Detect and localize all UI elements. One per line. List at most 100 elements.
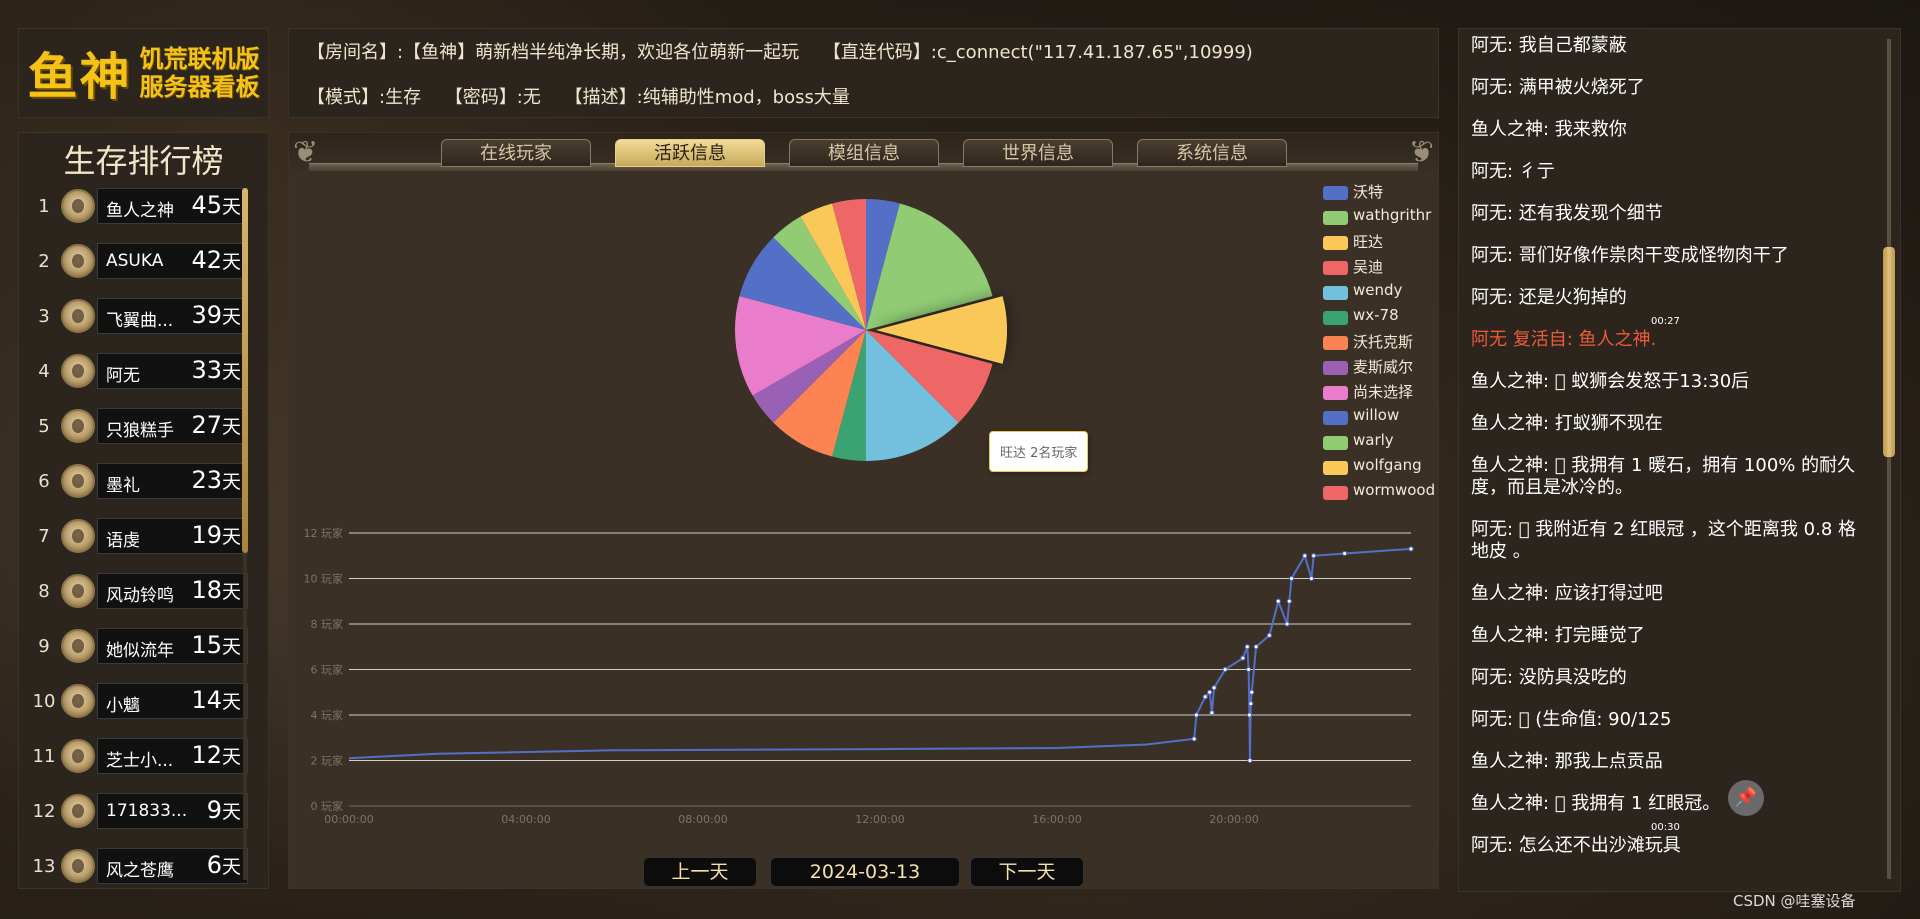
data-point[interactable] — [1193, 712, 1199, 718]
chat-text: 阿无: 还是火狗掉的 — [1471, 287, 1627, 308]
chat-scroll-thumb[interactable] — [1883, 247, 1895, 457]
legend-item[interactable]: wathgrithr — [1323, 206, 1438, 231]
tab-world[interactable]: 世界信息 — [963, 139, 1113, 167]
legend-item[interactable]: warly — [1323, 431, 1438, 456]
data-point[interactable] — [1240, 655, 1246, 661]
ranking-row[interactable]: 12 171833... 9天 — [19, 791, 259, 846]
ranking-row[interactable]: 6 墨礼 23天 — [19, 461, 259, 516]
legend-item[interactable]: 吴迪 — [1323, 256, 1438, 281]
data-point[interactable] — [1289, 576, 1295, 581]
data-point[interactable] — [1248, 701, 1254, 707]
legend-item[interactable]: willow — [1323, 406, 1438, 431]
avatar — [61, 409, 95, 443]
tab-mods[interactable]: 模组信息 — [789, 139, 939, 167]
days-unit: 天 — [221, 471, 241, 493]
legend-item[interactable]: 尚未选择 — [1323, 381, 1438, 406]
tab-activity[interactable]: 活跃信息 — [615, 139, 765, 167]
data-point[interactable] — [1211, 685, 1217, 691]
legend-item[interactable]: wendy — [1323, 281, 1438, 306]
data-point[interactable] — [1244, 644, 1250, 650]
ranking-row[interactable]: 3 飞翼曲... 39天 — [19, 296, 259, 351]
data-point[interactable] — [1246, 712, 1252, 718]
y-tick-label: 6 玩家 — [311, 663, 344, 677]
legend-item[interactable]: wx-78 — [1323, 306, 1438, 331]
data-point[interactable] — [1308, 576, 1314, 581]
next-day-button[interactable]: 下一天 — [970, 857, 1084, 887]
x-tick-label: 20:00:00 — [1209, 813, 1258, 826]
ranking-row[interactable]: 8 风动铃鸣 18天 — [19, 571, 259, 626]
data-point[interactable] — [1247, 758, 1253, 763]
data-point[interactable] — [1342, 550, 1348, 556]
survival-days: 15天 — [191, 631, 241, 659]
ranking-row[interactable]: 7 语虔 19天 — [19, 516, 259, 571]
data-point[interactable] — [1202, 694, 1208, 700]
chat-text: 阿无: 󰀀 我附近有 2 红眼冠 ，这个距离我 0.8 格地皮 。 — [1471, 519, 1856, 562]
data-point[interactable] — [1222, 667, 1228, 672]
survival-days: 45天 — [191, 191, 241, 219]
data-point[interactable] — [1408, 546, 1414, 552]
days-value: 42 — [191, 246, 222, 274]
data-point[interactable] — [1302, 553, 1308, 559]
legend-swatch — [1323, 411, 1348, 425]
ranking-row[interactable]: 13 风之苍鹰 6天 — [19, 846, 259, 888]
legend-item[interactable]: 麦斯威尔 — [1323, 356, 1438, 381]
chat-text: 鱼人之神: 󰀀 我拥有 1 红眼冠。 — [1471, 793, 1721, 814]
avatar — [61, 684, 95, 718]
chat-text: 阿无: 我自己都蒙蔽 — [1471, 35, 1627, 56]
tab-system[interactable]: 系统信息 — [1137, 139, 1287, 167]
x-tick-label: 12:00:00 — [855, 813, 904, 826]
legend-item[interactable]: 旺达 — [1323, 231, 1438, 256]
chat-text: 鱼人之神: 打完睡觉了 — [1471, 625, 1645, 646]
chat-scroll-track[interactable] — [1887, 39, 1891, 879]
days-unit: 天 — [221, 416, 241, 438]
legend-item[interactable]: 沃特 — [1323, 181, 1438, 206]
ranking-row[interactable]: 4 阿无 33天 — [19, 351, 259, 406]
legend-item[interactable]: 沃托克斯 — [1323, 331, 1438, 356]
data-point[interactable] — [1209, 710, 1215, 716]
data-point[interactable] — [1191, 736, 1197, 742]
rank-number: 4 — [38, 361, 50, 382]
data-point[interactable] — [1286, 598, 1292, 604]
days-unit: 天 — [221, 691, 241, 713]
ranking-row[interactable]: 10 小魑 14天 — [19, 681, 259, 736]
scroll-ornament-icon: ❦ — [293, 135, 319, 170]
player-name: 鱼人之神 — [106, 201, 174, 221]
ranking-row[interactable]: 5 只狼糕手 27天 — [19, 406, 259, 461]
legend-swatch — [1323, 386, 1348, 400]
data-point[interactable] — [1246, 667, 1252, 672]
tab-online-players[interactable]: 在线玩家 — [441, 139, 591, 167]
data-point[interactable] — [1207, 689, 1213, 695]
ranking-row[interactable]: 9 她似流年 15天 — [19, 626, 259, 681]
avatar — [61, 574, 95, 608]
legend-label: wormwood — [1353, 481, 1436, 499]
legend-swatch — [1323, 461, 1348, 475]
data-point[interactable] — [1249, 689, 1255, 695]
days-unit: 天 — [221, 856, 241, 878]
ranking-row[interactable]: 11 芝士小... 12天 — [19, 736, 259, 791]
watermark: CSDN @哇塞设备 — [1733, 892, 1856, 910]
days-unit: 天 — [221, 196, 241, 218]
legend-item[interactable]: wolfgang — [1323, 456, 1438, 481]
connect-value[interactable]: c_connect("117.41.187.65",10999) — [937, 42, 1253, 63]
data-point[interactable] — [1311, 553, 1317, 559]
prev-day-button[interactable]: 上一天 — [643, 857, 757, 887]
legend-item[interactable]: wormwood — [1323, 481, 1438, 506]
data-point[interactable] — [1253, 644, 1259, 650]
ranking-scroll-thumb[interactable] — [242, 188, 248, 553]
date-display[interactable]: 2024-03-13 — [770, 857, 960, 887]
x-tick-label: 08:00:00 — [678, 813, 727, 826]
rank-box: 风之苍鹰 6天 — [97, 848, 248, 884]
server-info: 【房间名】:【鱼神】萌新档半纯净长期，欢迎各位萌新一起玩 【直连代码】:c_co… — [288, 28, 1439, 118]
ranking-row[interactable]: 2 ASUKA 42天 — [19, 241, 259, 296]
data-point[interactable] — [1284, 621, 1290, 627]
pie-tooltip: 旺达 2名玩家 — [989, 431, 1089, 472]
data-point[interactable] — [1275, 598, 1281, 604]
activity-line-chart[interactable]: 0 玩家 2 玩家 4 玩家 6 玩家 8 玩家 10 玩家 12 玩家 00:00:00 04… — [289, 523, 1439, 838]
character-pie-chart[interactable] — [289, 175, 1439, 535]
pin-icon[interactable]: 📌 — [1728, 780, 1764, 816]
ranking-row[interactable]: 1 鱼人之神 45天 — [19, 186, 259, 241]
chat-system-message: 00:27 阿无 复活自: 鱼人之神. — [1471, 316, 1861, 351]
data-point[interactable] — [1266, 632, 1272, 638]
legend-swatch — [1323, 336, 1348, 350]
player-name: 墨礼 — [106, 476, 140, 496]
